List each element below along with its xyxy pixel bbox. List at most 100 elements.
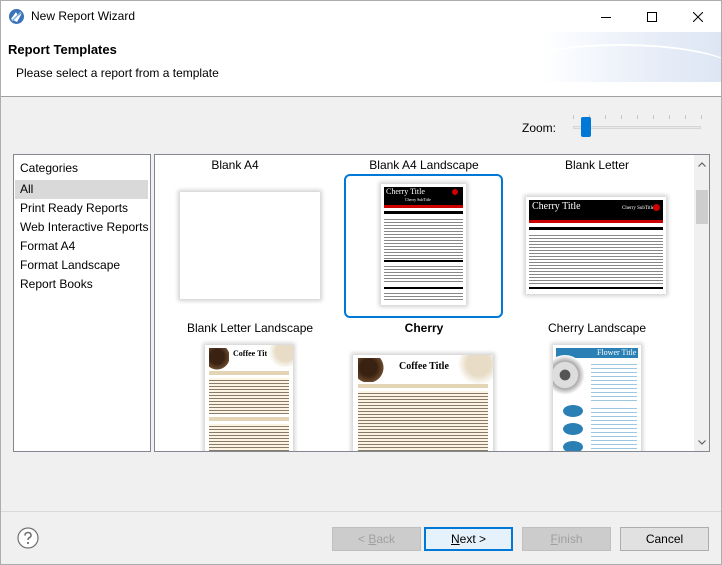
finish-button[interactable]: Finish (522, 527, 611, 551)
zoom-tick (637, 115, 638, 119)
zoom-slider[interactable] (569, 114, 705, 142)
thumb-title: Flower Title (597, 348, 637, 357)
eclipse-birt-icon (9, 9, 24, 24)
thumb-table-rows (529, 233, 663, 284)
thumb-table-divider (384, 260, 463, 262)
category-item-format-landscape[interactable]: Format Landscape (15, 256, 148, 275)
zoom-tick (573, 115, 574, 119)
page-title: Report Templates (8, 42, 117, 57)
finish-button-label: inish (557, 532, 583, 546)
zoom-thumb[interactable] (581, 117, 591, 137)
zoom-tick (669, 115, 670, 119)
chevron-up-icon (698, 161, 706, 167)
template-label-cherry-landscape[interactable]: Cherry Landscape (512, 321, 682, 335)
thumb-title: Cherry Title (532, 201, 581, 212)
template-label-cherry[interactable]: Cherry (339, 321, 509, 335)
header-divider (1, 96, 721, 97)
template-thumb-cherry[interactable]: Coffee Title (353, 355, 493, 451)
footer-divider (1, 511, 721, 512)
category-item-print-ready[interactable]: Print Ready Reports (15, 199, 148, 218)
maximize-button[interactable] (629, 1, 675, 32)
cherry-icon (653, 204, 660, 211)
category-item-report-books[interactable]: Report Books (15, 275, 148, 294)
close-button[interactable] (675, 1, 721, 32)
coffee-beans-icon (358, 358, 384, 382)
new-report-wizard-window: New Report Wizard Report Templates Pleas… (0, 0, 722, 565)
cherry-icon (452, 189, 458, 195)
thumb-table-header (529, 227, 663, 230)
scroll-down-button[interactable] (694, 434, 709, 450)
zoom-track (573, 126, 701, 129)
zoom-tick (621, 115, 622, 119)
template-thumb-cherry-landscape[interactable]: Flower Title (553, 345, 641, 451)
coffee-cup-decoration (457, 355, 493, 385)
back-button[interactable]: < Back (332, 527, 421, 551)
header-swoosh (501, 44, 721, 96)
category-item-format-a4[interactable]: Format A4 (15, 237, 148, 256)
coffee-cup-decoration (267, 345, 293, 367)
template-thumb-blank-letter-landscape[interactable]: Coffee Title (205, 345, 293, 451)
next-button-mnemonic: N (450, 532, 460, 546)
template-thumb-blank-a4[interactable] (180, 192, 320, 299)
thumb-title: Coffee Title (399, 361, 449, 372)
template-gallery: Blank A4 Blank A4 Landscape Blank Letter… (154, 154, 710, 452)
thumb-title: Cherry Title (386, 187, 425, 196)
thumb-table-rows-2 (384, 264, 463, 284)
finish-button-mnemonic: F (550, 532, 558, 546)
thumb-section-band-2 (209, 417, 289, 421)
template-label-blank-a4[interactable]: Blank A4 (155, 158, 320, 172)
back-button-prefix: < (357, 532, 369, 546)
minimize-icon (601, 16, 611, 18)
template-gallery-scrollbar[interactable] (694, 155, 709, 451)
template-label-blank-letter-landscape[interactable]: Blank Letter Landscape (165, 321, 335, 335)
back-button-label: ack (376, 532, 396, 546)
thumb-red-band (384, 205, 463, 208)
zoom-tick (653, 115, 654, 119)
flower-icon (553, 355, 585, 395)
categories-list: Categories All Print Ready Reports Web I… (13, 154, 151, 452)
chevron-down-icon (698, 439, 706, 445)
category-item-all[interactable]: All (15, 180, 148, 199)
zoom-tick (685, 115, 686, 119)
thumb-subtitle: Cherry SubTitle (622, 206, 655, 211)
template-thumb-blank-letter[interactable]: Cherry Title Cherry SubTitle (526, 197, 666, 294)
wizard-header: Report Templates Please select a report … (1, 32, 721, 96)
thumb-table-rows-3 (384, 291, 463, 301)
thumb-subtitle: Cherry SubTitle (405, 197, 431, 202)
next-button-label: ext > (459, 532, 487, 546)
thumb-table-divider-2 (384, 287, 463, 289)
zoom-tick (701, 115, 702, 119)
template-label-blank-a4-landscape[interactable]: Blank A4 Landscape (339, 158, 509, 172)
coffee-beans-icon (209, 348, 229, 370)
thumb-table-rows-2 (209, 424, 289, 451)
thumb-table-rows (591, 361, 637, 401)
close-icon (693, 11, 703, 22)
thumb-table-footer (529, 287, 663, 289)
pie-chart-icon (563, 441, 583, 451)
help-icon[interactable] (17, 527, 39, 549)
template-thumb-blank-a4-landscape[interactable]: Cherry Title Cherry SubTitle (381, 184, 466, 305)
thumb-red-band (529, 220, 663, 223)
pie-chart-icon (563, 405, 583, 417)
page-description: Please select a report from a template (16, 66, 219, 80)
window-title: New Report Wizard (31, 9, 136, 23)
scroll-thumb[interactable] (696, 190, 708, 224)
category-item-web-interactive[interactable]: Web Interactive Reports (15, 218, 149, 237)
thumb-table-rows (384, 217, 463, 259)
thumb-table-header (384, 211, 463, 214)
title-bar: New Report Wizard (1, 1, 721, 32)
pie-chart-icon (563, 423, 583, 435)
categories-header: Categories (20, 161, 79, 175)
thumb-table-rows (209, 378, 289, 414)
thumb-section-band (209, 371, 289, 375)
scroll-up-button[interactable] (694, 156, 709, 172)
maximize-icon (647, 11, 657, 22)
thumb-table-rows (358, 391, 488, 451)
thumb-section-band (358, 384, 488, 388)
zoom-label: Zoom: (522, 121, 557, 135)
next-button[interactable]: Next > (424, 527, 513, 551)
zoom-tick (605, 115, 606, 119)
cancel-button[interactable]: Cancel (620, 527, 709, 551)
template-label-blank-letter[interactable]: Blank Letter (512, 158, 682, 172)
minimize-button[interactable] (583, 1, 629, 32)
